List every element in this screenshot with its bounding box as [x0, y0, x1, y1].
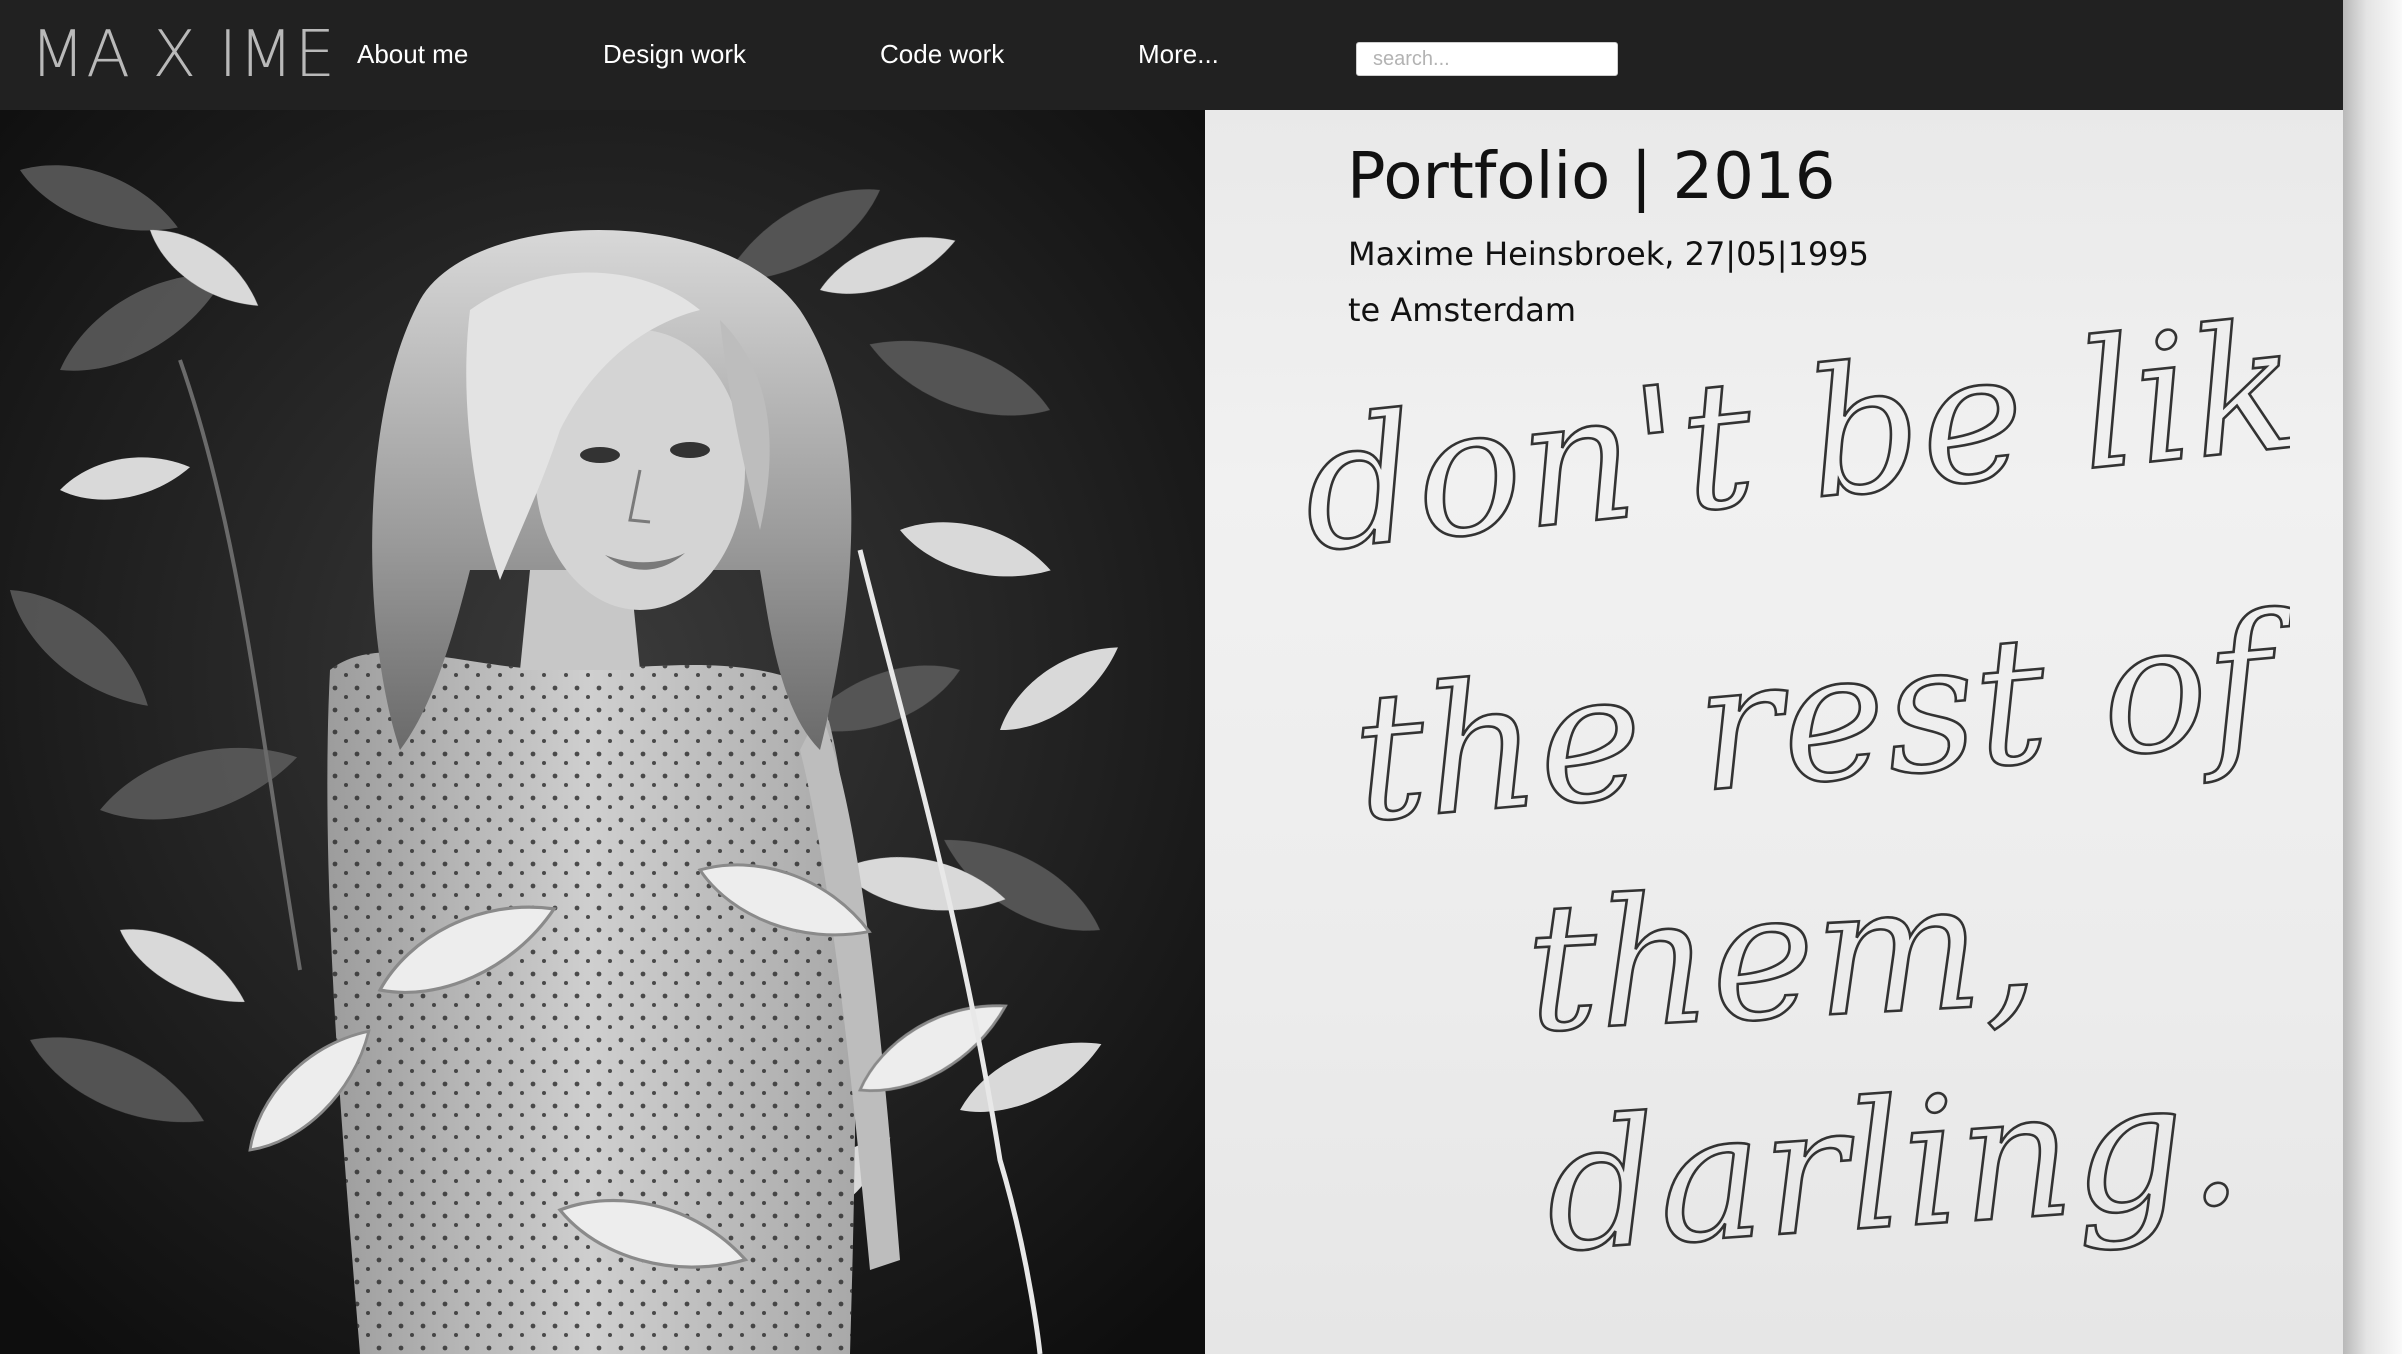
quote-line-4: darling.: [1539, 1039, 2248, 1280]
paper-edge-shadow: [2343, 0, 2402, 1354]
nav-design-work[interactable]: Design work: [603, 36, 746, 72]
top-navbar: MA X IME About me Design work Code work …: [0, 0, 2343, 110]
quote-line-1: don't be like: [1293, 273, 2290, 592]
nav-about-me[interactable]: About me: [357, 36, 468, 72]
handwritten-quote: don't be like the rest of them, darling.: [1292, 271, 2290, 1280]
portrait-illustration: [0, 110, 1205, 1354]
page: MA X IME About me Design work Code work …: [0, 0, 2402, 1354]
quote-line-2: the rest of: [1346, 575, 2290, 862]
quote-line-3: them,: [1521, 840, 2042, 1071]
portrait-photo: [0, 110, 1205, 1354]
nav-code-work[interactable]: Code work: [880, 36, 1004, 72]
search-input[interactable]: [1356, 42, 1618, 76]
site-logo[interactable]: MA X IME: [30, 20, 336, 90]
page-title: Portfolio | 2016: [1347, 140, 1836, 214]
nav-more[interactable]: More...: [1138, 36, 1219, 72]
